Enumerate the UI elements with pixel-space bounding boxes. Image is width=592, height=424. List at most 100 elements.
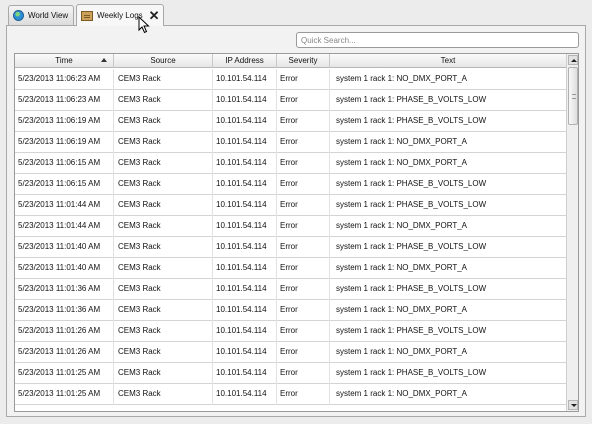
cell-severity: Error — [277, 132, 330, 153]
cell-time: 5/23/2013 11:06:15 AM — [15, 174, 114, 195]
cell-severity: Error — [277, 300, 330, 321]
cell-text: system 1 rack 1: PHASE_B_VOLTS_LOW — [330, 90, 567, 111]
cell-ip-address: 10.101.54.114 — [213, 279, 277, 300]
column-header-label: Severity — [288, 56, 318, 65]
globe-icon — [13, 10, 24, 21]
column-header-source[interactable]: Source — [114, 54, 213, 68]
table-header: Time Source IP Address Severity Text — [15, 54, 567, 68]
cell-source: CEM3 Rack — [114, 300, 213, 321]
cell-source: CEM3 Rack — [114, 153, 213, 174]
cell-text: system 1 rack 1: NO_DMX_PORT_A — [330, 69, 567, 90]
cell-source: CEM3 Rack — [114, 174, 213, 195]
cell-text: system 1 rack 1: PHASE_B_VOLTS_LOW — [330, 321, 567, 342]
cell-severity: Error — [277, 279, 330, 300]
column-header-ip-address[interactable]: IP Address — [213, 54, 277, 68]
cell-severity: Error — [277, 174, 330, 195]
column-header-label: Text — [440, 56, 456, 65]
cell-source: CEM3 Rack — [114, 132, 213, 153]
cell-time: 5/23/2013 11:06:19 AM — [15, 132, 114, 153]
cell-severity: Error — [277, 384, 330, 405]
cell-text: system 1 rack 1: NO_DMX_PORT_A — [330, 258, 567, 279]
table-row[interactable]: 5/23/2013 11:06:23 AM CEM3 Rack 10.101.54.… — [15, 90, 567, 111]
table-row[interactable]: 5/23/2013 11:06:15 AM CEM3 Rack 10.101.54.… — [15, 153, 567, 174]
cell-text: system 1 rack 1: NO_DMX_PORT_A — [330, 153, 567, 174]
table-row[interactable]: 5/23/2013 11:01:25 AM CEM3 Rack 10.101.54.… — [15, 363, 567, 384]
cell-source: CEM3 Rack — [114, 111, 213, 132]
cell-ip-address: 10.101.54.114 — [213, 216, 277, 237]
cell-text: system 1 rack 1: PHASE_B_VOLTS_LOW — [330, 111, 567, 132]
table-row[interactable]: 5/23/2013 11:01:26 AM CEM3 Rack 10.101.54.… — [15, 342, 567, 363]
cell-source: CEM3 Rack — [114, 216, 213, 237]
table-row[interactable]: 5/23/2013 11:01:44 AM CEM3 Rack 10.101.54.… — [15, 216, 567, 237]
cell-severity: Error — [277, 69, 330, 90]
logs-panel: Time Source IP Address Severity Text 5/2… — [6, 25, 586, 417]
cell-text: system 1 rack 1: NO_DMX_PORT_A — [330, 300, 567, 321]
table-row[interactable]: 5/23/2013 11:01:26 AM CEM3 Rack 10.101.54.… — [15, 321, 567, 342]
table-row[interactable]: 5/23/2013 11:06:19 AM CEM3 Rack 10.101.54.… — [15, 132, 567, 153]
cell-source: CEM3 Rack — [114, 237, 213, 258]
scroll-up-button[interactable] — [568, 55, 578, 65]
tab-label: World View — [28, 11, 69, 20]
cell-time: 5/23/2013 11:01:36 AM — [15, 279, 114, 300]
table-row[interactable]: 5/23/2013 11:06:23 AM CEM3 Rack 10.101.54.… — [15, 69, 567, 90]
column-header-severity[interactable]: Severity — [277, 54, 330, 68]
log-book-icon — [81, 10, 93, 21]
cell-time: 5/23/2013 11:01:40 AM — [15, 237, 114, 258]
cell-severity: Error — [277, 111, 330, 132]
cell-severity: Error — [277, 321, 330, 342]
table-row[interactable]: 5/23/2013 11:01:40 AM CEM3 Rack 10.101.54.… — [15, 237, 567, 258]
cell-time: 5/23/2013 11:06:23 AM — [15, 69, 114, 90]
quick-search-input[interactable] — [296, 32, 579, 48]
cell-severity: Error — [277, 90, 330, 111]
table-row[interactable]: 5/23/2013 11:06:19 AM CEM3 Rack 10.101.54.… — [15, 111, 567, 132]
cell-time: 5/23/2013 11:01:44 AM — [15, 216, 114, 237]
column-header-time[interactable]: Time — [15, 54, 114, 68]
cell-time: 5/23/2013 11:01:26 AM — [15, 321, 114, 342]
cell-text: system 1 rack 1: PHASE_B_VOLTS_LOW — [330, 363, 567, 384]
cell-severity: Error — [277, 363, 330, 384]
cell-time: 5/23/2013 11:01:26 AM — [15, 342, 114, 363]
cell-text: system 1 rack 1: PHASE_B_VOLTS_LOW — [330, 195, 567, 216]
table-row[interactable]: 5/23/2013 11:01:44 AM CEM3 Rack 10.101.54.… — [15, 195, 567, 216]
cell-text: system 1 rack 1: NO_DMX_PORT_A — [330, 342, 567, 363]
cell-text: system 1 rack 1: NO_DMX_PORT_A — [330, 216, 567, 237]
sort-ascending-icon — [101, 58, 107, 62]
scroll-down-button[interactable] — [568, 400, 578, 410]
table-row[interactable]: 5/23/2013 11:06:15 AM CEM3 Rack 10.101.54.… — [15, 174, 567, 195]
tab-world-view[interactable]: World View — [8, 5, 74, 25]
column-header-text[interactable]: Text — [330, 54, 567, 68]
cell-text: system 1 rack 1: PHASE_B_VOLTS_LOW — [330, 237, 567, 258]
cell-ip-address: 10.101.54.114 — [213, 342, 277, 363]
cell-source: CEM3 Rack — [114, 321, 213, 342]
cell-ip-address: 10.101.54.114 — [213, 237, 277, 258]
tab-label: Weekly Logs — [97, 11, 143, 20]
cell-source: CEM3 Rack — [114, 279, 213, 300]
cell-text: system 1 rack 1: NO_DMX_PORT_A — [330, 132, 567, 153]
cell-source: CEM3 Rack — [114, 90, 213, 111]
table-row[interactable]: 5/23/2013 11:01:40 AM CEM3 Rack 10.101.54.… — [15, 258, 567, 279]
column-header-label: Source — [150, 56, 176, 65]
cell-ip-address: 10.101.54.114 — [213, 195, 277, 216]
cell-time: 5/23/2013 11:01:36 AM — [15, 300, 114, 321]
cell-ip-address: 10.101.54.114 — [213, 111, 277, 132]
cell-time: 5/23/2013 11:01:25 AM — [15, 363, 114, 384]
vertical-scrollbar[interactable] — [566, 54, 578, 411]
table-row[interactable]: 5/23/2013 11:01:25 AM CEM3 Rack 10.101.54.… — [15, 384, 567, 405]
cell-severity: Error — [277, 216, 330, 237]
cell-text: system 1 rack 1: PHASE_B_VOLTS_LOW — [330, 279, 567, 300]
cell-ip-address: 10.101.54.114 — [213, 153, 277, 174]
cell-time: 5/23/2013 11:06:23 AM — [15, 90, 114, 111]
cell-severity: Error — [277, 195, 330, 216]
cell-ip-address: 10.101.54.114 — [213, 384, 277, 405]
cell-source: CEM3 Rack — [114, 363, 213, 384]
tab-bar: World View Weekly Logs ✕ — [0, 0, 592, 26]
table-row[interactable]: 5/23/2013 11:01:36 AM CEM3 Rack 10.101.54.… — [15, 279, 567, 300]
cell-source: CEM3 Rack — [114, 258, 213, 279]
column-header-label: IP Address — [225, 56, 264, 65]
scroll-thumb[interactable] — [568, 67, 578, 125]
cell-severity: Error — [277, 258, 330, 279]
cell-time: 5/23/2013 11:01:25 AM — [15, 384, 114, 405]
table-row[interactable]: 5/23/2013 11:01:36 AM CEM3 Rack 10.101.54.… — [15, 300, 567, 321]
cell-text: system 1 rack 1: NO_DMX_PORT_A — [330, 384, 567, 405]
cell-severity: Error — [277, 342, 330, 363]
